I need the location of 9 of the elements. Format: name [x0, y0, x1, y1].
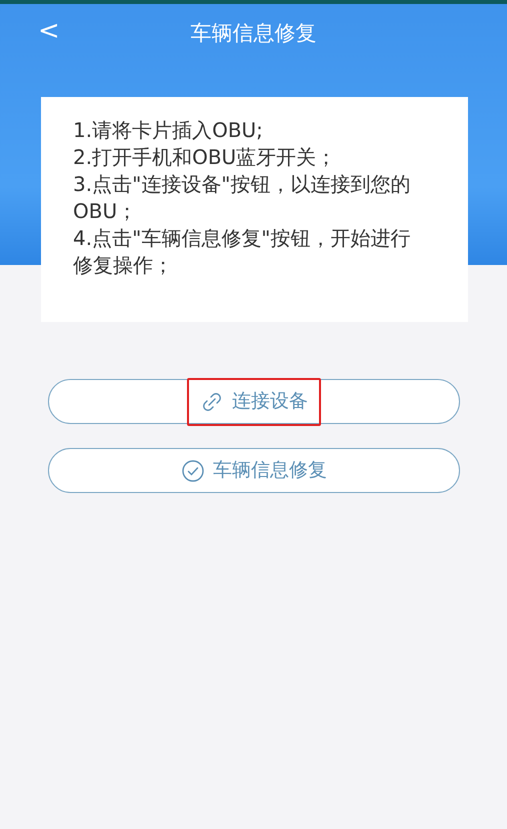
- page-title: 车辆信息修复: [190, 20, 316, 47]
- action-button[interactable]: 车辆信息修复: [48, 448, 460, 493]
- check-circle-icon: [181, 458, 205, 482]
- back-button[interactable]: <: [30, 14, 68, 48]
- instruction-text: 3.点击"连接设备"按钮，以连接到您的OBU；: [73, 171, 412, 225]
- instruction-text: 4.点击"车辆信息修复"按钮，开始进行修复操作；: [73, 225, 412, 279]
- instruction-text: 1.请将卡片插入OBU;: [73, 117, 264, 144]
- action-button[interactable]: 连接设备: [48, 379, 460, 424]
- instruction-text: 2.打开手机和OBU蓝牙开关；: [73, 144, 338, 171]
